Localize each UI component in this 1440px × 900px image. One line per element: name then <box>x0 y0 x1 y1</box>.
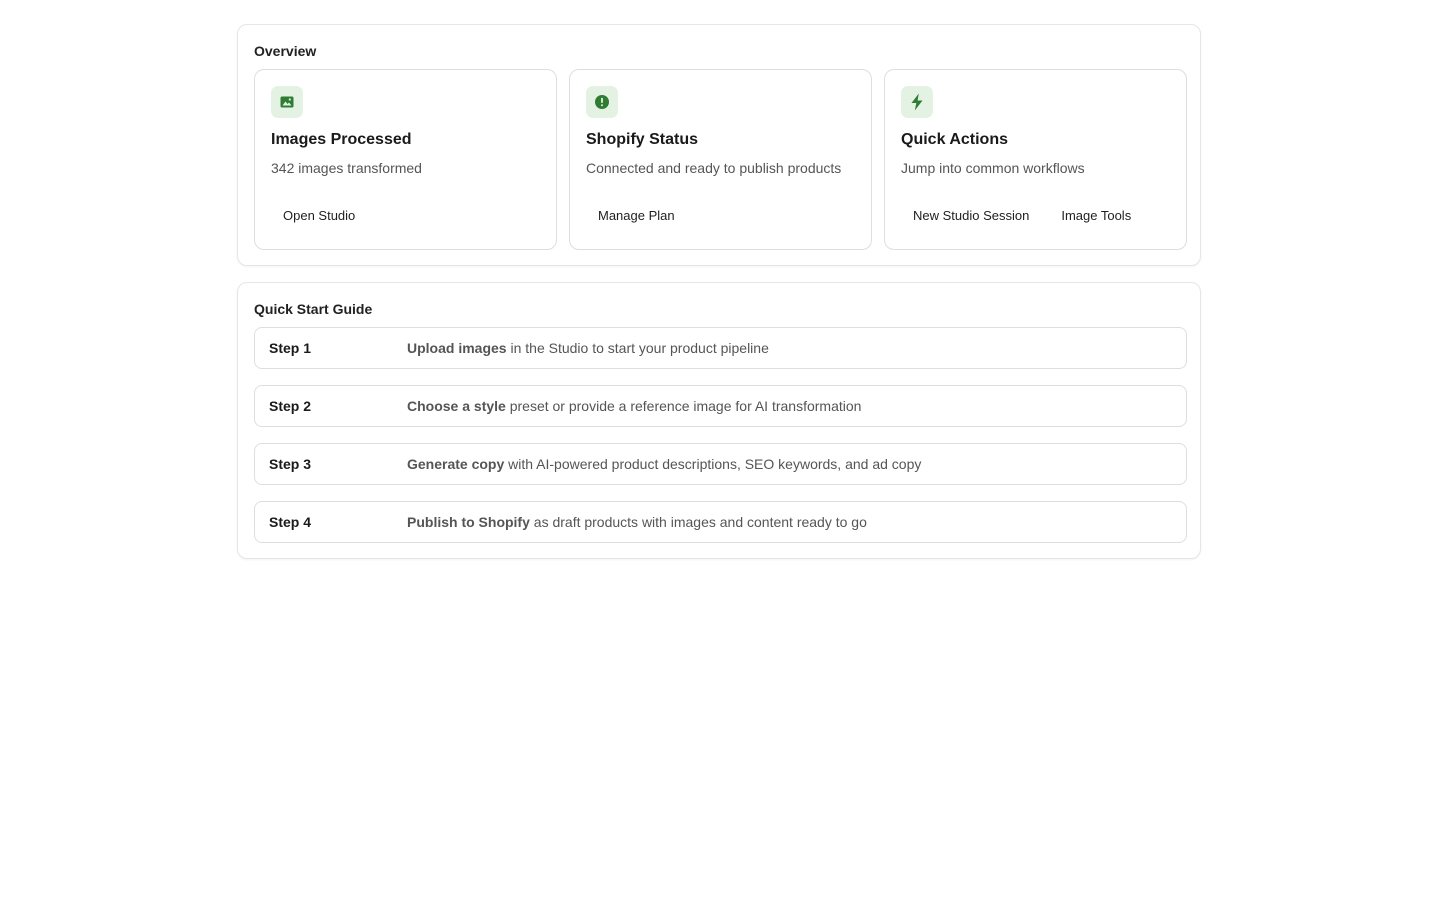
step-description: in the Studio to start your product pipe… <box>506 340 769 356</box>
step-label: Step 1 <box>269 340 312 356</box>
overview-section: Overview Images Processed 342 images tra… <box>237 24 1201 266</box>
step-highlight: Generate copy <box>407 456 505 472</box>
overview-title: Overview <box>254 43 317 59</box>
overview-cards: Images Processed 342 images transformed … <box>254 69 1187 250</box>
step-text: Upload images in the Studio to start you… <box>407 340 769 356</box>
manage-plan-button[interactable]: Manage Plan <box>586 202 687 230</box>
step-highlight: Upload images <box>407 340 507 356</box>
alert-circle-icon <box>586 86 618 118</box>
step-highlight: Publish to Shopify <box>407 514 530 530</box>
steps-list: Step 1 Upload images in the Studio to st… <box>254 327 1187 559</box>
image-icon <box>271 86 303 118</box>
card-actions: Manage Plan <box>586 202 687 230</box>
step-row: Step 1 Upload images in the Studio to st… <box>254 327 1187 369</box>
step-highlight: Choose a style <box>407 398 506 414</box>
card-title: Shopify Status <box>586 131 699 148</box>
image-tools-button[interactable]: Image Tools <box>1049 202 1143 230</box>
card-title: Images Processed <box>271 131 412 148</box>
card-actions: New Studio Session Image Tools <box>901 202 1143 230</box>
lightning-icon <box>901 86 933 118</box>
card-description: Jump into common workflows <box>901 160 1085 176</box>
card-description: Connected and ready to publish products <box>586 160 842 176</box>
shopify-status-card: Shopify Status Connected and ready to pu… <box>569 69 872 250</box>
open-studio-button[interactable]: Open Studio <box>271 202 367 230</box>
step-row: Step 4 Publish to Shopify as draft produ… <box>254 501 1187 543</box>
card-title: Quick Actions <box>901 131 1008 148</box>
step-description: preset or provide a reference image for … <box>505 398 862 414</box>
step-text: Generate copy with AI-powered product de… <box>407 456 921 472</box>
step-label: Step 3 <box>269 456 312 472</box>
step-text: Choose a style preset or provide a refer… <box>407 398 861 414</box>
card-actions: Open Studio <box>271 202 367 230</box>
quick-actions-card: Quick Actions Jump into common workflows… <box>884 69 1187 250</box>
guide-title: Quick Start Guide <box>254 301 373 317</box>
quick-start-guide-section: Quick Start Guide Step 1 Upload images i… <box>237 282 1201 559</box>
card-description: 342 images transformed <box>271 160 422 176</box>
step-row: Step 3 Generate copy with AI-powered pro… <box>254 443 1187 485</box>
step-description: with AI-powered product descriptions, SE… <box>504 456 922 472</box>
new-studio-session-button[interactable]: New Studio Session <box>901 202 1041 230</box>
step-label: Step 2 <box>269 398 312 414</box>
step-text: Publish to Shopify as draft products wit… <box>407 514 867 530</box>
step-label: Step 4 <box>269 514 312 530</box>
step-description: as draft products with images and conten… <box>529 514 867 530</box>
step-row: Step 2 Choose a style preset or provide … <box>254 385 1187 427</box>
images-processed-card: Images Processed 342 images transformed … <box>254 69 557 250</box>
